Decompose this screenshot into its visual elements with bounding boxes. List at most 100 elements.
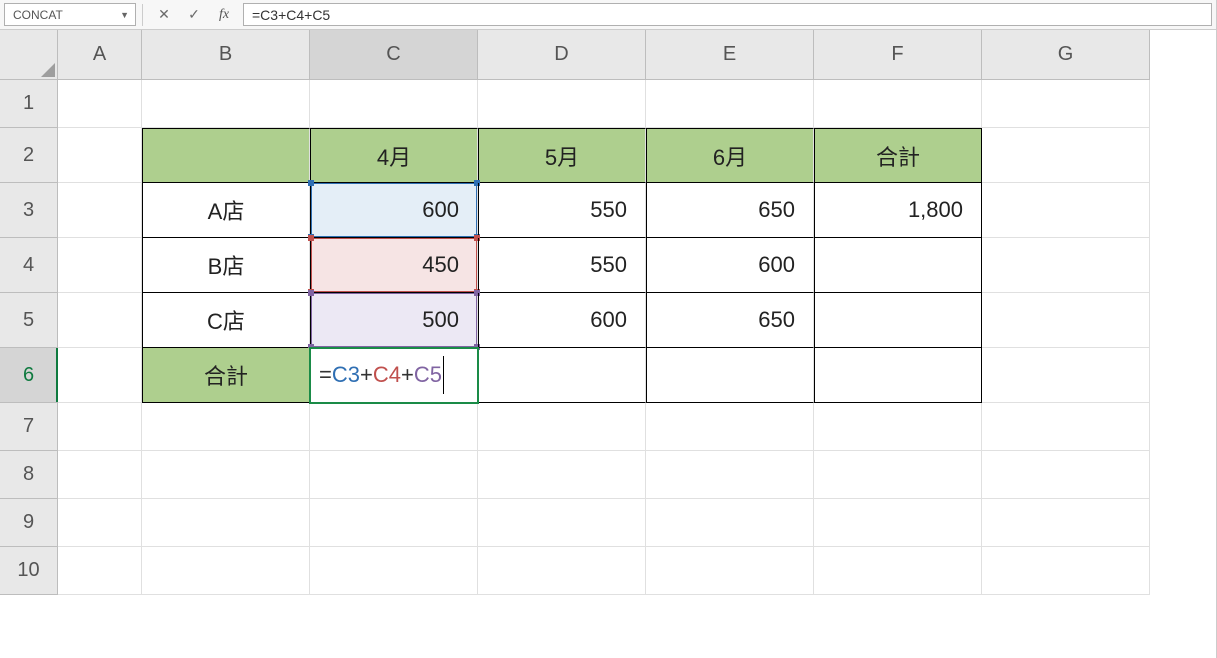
cell-A2[interactable] (58, 128, 142, 183)
cell-A6[interactable] (58, 348, 142, 403)
cell-E6[interactable] (646, 348, 814, 403)
cell-F5[interactable] (814, 293, 982, 348)
row-header-1[interactable]: 1 (0, 80, 58, 128)
col-header-G[interactable]: G (982, 30, 1150, 80)
formula-bar: CONCAT ▼ ✕ ✓ fx =C3+C4+C5 (0, 0, 1216, 30)
cell-B3[interactable]: A店 (142, 183, 310, 238)
cell-G2[interactable] (982, 128, 1150, 183)
cell-D7[interactable] (478, 403, 646, 451)
cell-F10[interactable] (814, 547, 982, 595)
spreadsheet-grid[interactable]: A B C D E F G 1 2 4月 5月 6月 合計 3 A店 600 (0, 30, 1216, 595)
cell-C1[interactable] (310, 80, 478, 128)
row-header-9[interactable]: 9 (0, 499, 58, 547)
row-header-2[interactable]: 2 (0, 128, 58, 183)
cell-E9[interactable] (646, 499, 814, 547)
cell-C4[interactable]: 450 (310, 238, 478, 293)
fx-icon: fx (219, 7, 229, 23)
row-header-5[interactable]: 5 (0, 293, 58, 348)
row-header-10[interactable]: 10 (0, 547, 58, 595)
col-header-C[interactable]: C (310, 30, 478, 80)
cell-B1[interactable] (142, 80, 310, 128)
name-box-value: CONCAT (13, 8, 63, 22)
cell-E1[interactable] (646, 80, 814, 128)
formula-input[interactable]: =C3+C4+C5 (243, 3, 1212, 26)
cell-G9[interactable] (982, 499, 1150, 547)
cell-A5[interactable] (58, 293, 142, 348)
enter-button[interactable]: ✓ (179, 3, 209, 27)
cell-B2[interactable] (142, 128, 310, 183)
row-header-3[interactable]: 3 (0, 183, 58, 238)
cell-E8[interactable] (646, 451, 814, 499)
cell-F6[interactable] (814, 348, 982, 403)
cell-C6-editing[interactable]: =C3+C4+C5 (310, 348, 478, 403)
cell-C9[interactable] (310, 499, 478, 547)
cell-A3[interactable] (58, 183, 142, 238)
cell-B4[interactable]: B店 (142, 238, 310, 293)
cell-G10[interactable] (982, 547, 1150, 595)
cell-B6[interactable]: 合計 (142, 348, 310, 403)
cell-G4[interactable] (982, 238, 1150, 293)
cell-D6[interactable] (478, 348, 646, 403)
cell-G8[interactable] (982, 451, 1150, 499)
row-header-4[interactable]: 4 (0, 238, 58, 293)
cell-E10[interactable] (646, 547, 814, 595)
cancel-button[interactable]: ✕ (149, 3, 179, 27)
cell-A8[interactable] (58, 451, 142, 499)
cell-E7[interactable] (646, 403, 814, 451)
range-handle[interactable] (308, 180, 314, 186)
cell-B9[interactable] (142, 499, 310, 547)
cell-C2[interactable]: 4月 (310, 128, 478, 183)
cell-A10[interactable] (58, 547, 142, 595)
cell-F7[interactable] (814, 403, 982, 451)
cell-C3[interactable]: 600 (310, 183, 478, 238)
cell-F2[interactable]: 合計 (814, 128, 982, 183)
cell-D8[interactable] (478, 451, 646, 499)
cell-G3[interactable] (982, 183, 1150, 238)
cell-F9[interactable] (814, 499, 982, 547)
cell-C10[interactable] (310, 547, 478, 595)
col-header-B[interactable]: B (142, 30, 310, 80)
cell-G5[interactable] (982, 293, 1150, 348)
insert-function-button[interactable]: fx (209, 3, 239, 27)
row-header-8[interactable]: 8 (0, 451, 58, 499)
col-header-D[interactable]: D (478, 30, 646, 80)
cell-F4[interactable] (814, 238, 982, 293)
col-header-F[interactable]: F (814, 30, 982, 80)
cell-D5[interactable]: 600 (478, 293, 646, 348)
cell-E3[interactable]: 650 (646, 183, 814, 238)
cell-D2[interactable]: 5月 (478, 128, 646, 183)
col-header-A[interactable]: A (58, 30, 142, 80)
cell-G7[interactable] (982, 403, 1150, 451)
cell-E4[interactable]: 600 (646, 238, 814, 293)
cell-F8[interactable] (814, 451, 982, 499)
cell-C7[interactable] (310, 403, 478, 451)
cell-G1[interactable] (982, 80, 1150, 128)
cell-C5[interactable]: 500 (310, 293, 478, 348)
cell-E5[interactable]: 650 (646, 293, 814, 348)
cell-B5[interactable]: C店 (142, 293, 310, 348)
row-header-6[interactable]: 6 (0, 348, 58, 403)
cell-A4[interactable] (58, 238, 142, 293)
select-all-corner[interactable] (0, 30, 58, 80)
range-handle[interactable] (308, 290, 314, 296)
cell-D3[interactable]: 550 (478, 183, 646, 238)
range-handle[interactable] (308, 235, 314, 241)
cell-B7[interactable] (142, 403, 310, 451)
cell-F1[interactable] (814, 80, 982, 128)
cell-B10[interactable] (142, 547, 310, 595)
row-header-7[interactable]: 7 (0, 403, 58, 451)
cell-B8[interactable] (142, 451, 310, 499)
cell-D10[interactable] (478, 547, 646, 595)
name-box[interactable]: CONCAT ▼ (4, 3, 136, 26)
col-header-E[interactable]: E (646, 30, 814, 80)
cell-C8[interactable] (310, 451, 478, 499)
cell-F3[interactable]: 1,800 (814, 183, 982, 238)
cell-A9[interactable] (58, 499, 142, 547)
cell-D9[interactable] (478, 499, 646, 547)
cell-D1[interactable] (478, 80, 646, 128)
cell-E2[interactable]: 6月 (646, 128, 814, 183)
cell-A7[interactable] (58, 403, 142, 451)
cell-A1[interactable] (58, 80, 142, 128)
cell-D4[interactable]: 550 (478, 238, 646, 293)
cell-G6[interactable] (982, 348, 1150, 403)
